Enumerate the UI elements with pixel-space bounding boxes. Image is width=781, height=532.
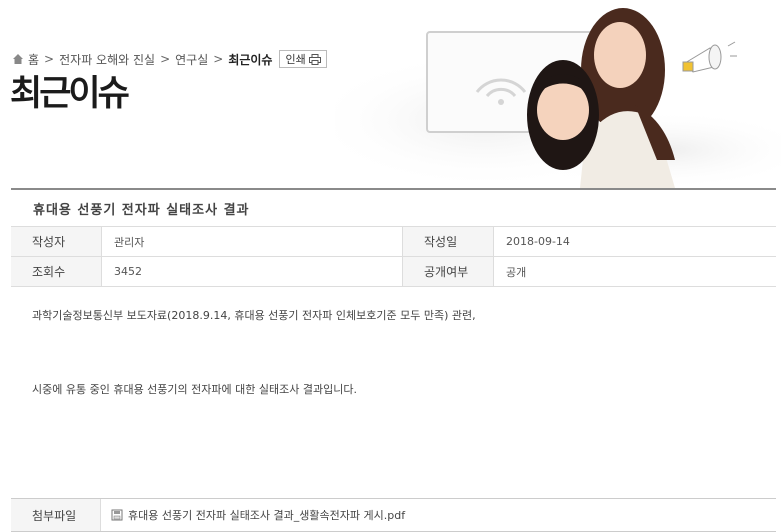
date-label: 작성일 <box>402 226 494 257</box>
author-label: 작성자 <box>11 226 102 257</box>
hero-banner <box>335 0 781 188</box>
attachment-link[interactable]: 휴대용 선풍기 전자파 실태조사 결과_생활속전자파 게시.pdf <box>128 507 405 523</box>
hero-illustration <box>335 0 781 188</box>
breadcrumb-current: 최근이슈 <box>228 52 273 67</box>
chevron-right-icon: > <box>160 52 171 66</box>
page-title: 최근이슈 <box>10 74 130 114</box>
meta-table: 작성자 관리자 작성일 2018-09-14 조회수 3452 공개여부 공개 <box>11 226 776 287</box>
breadcrumb-home[interactable]: 홈 <box>28 51 39 68</box>
attachment-file: 휴대용 선풍기 전자파 실태조사 결과_생활속전자파 게시.pdf <box>101 499 405 531</box>
home-icon <box>13 54 23 64</box>
body-paragraph: 시중에 유통 중인 휴대용 선풍기의 전자파에 대한 실태조사 결과입니다. <box>32 383 357 396</box>
chevron-right-icon: > <box>213 52 224 66</box>
public-value: 공개 <box>493 256 776 287</box>
public-label: 공개여부 <box>402 256 494 287</box>
chevron-right-icon: > <box>44 52 55 66</box>
body-paragraph: 과학기술정보통신부 보도자료(2018.9.14, 휴대용 선풍기 전자파 인체… <box>32 309 476 322</box>
views-label: 조회수 <box>11 256 102 287</box>
article-title: 휴대용 선풍기 전자파 실태조사 결과 <box>11 188 776 226</box>
author-value: 관리자 <box>101 226 403 257</box>
views-value: 3452 <box>101 256 403 287</box>
attachment-row: 첨부파일 휴대용 선풍기 전자파 실태조사 결과_생활속전자파 게시.pdf <box>11 498 776 532</box>
file-icon <box>111 509 123 521</box>
print-label: 인쇄 <box>285 53 306 66</box>
print-button[interactable]: 인쇄 <box>279 50 327 68</box>
breadcrumb-emf-truth[interactable]: 전자파 오해와 진실 <box>59 51 155 68</box>
article: 휴대용 선풍기 전자파 실태조사 결과 작성자 관리자 작성일 2018-09-… <box>11 188 776 397</box>
printer-icon <box>308 53 321 65</box>
breadcrumb: 홈 > 전자파 오해와 진실 > 연구실 > 최근이슈 인쇄 <box>12 50 327 68</box>
article-body: 과학기술정보통신부 보도자료(2018.9.14, 휴대용 선풍기 전자파 인체… <box>11 307 776 397</box>
date-value: 2018-09-14 <box>493 226 776 257</box>
attachment-label: 첨부파일 <box>11 499 101 531</box>
breadcrumb-lab[interactable]: 연구실 <box>175 51 208 68</box>
